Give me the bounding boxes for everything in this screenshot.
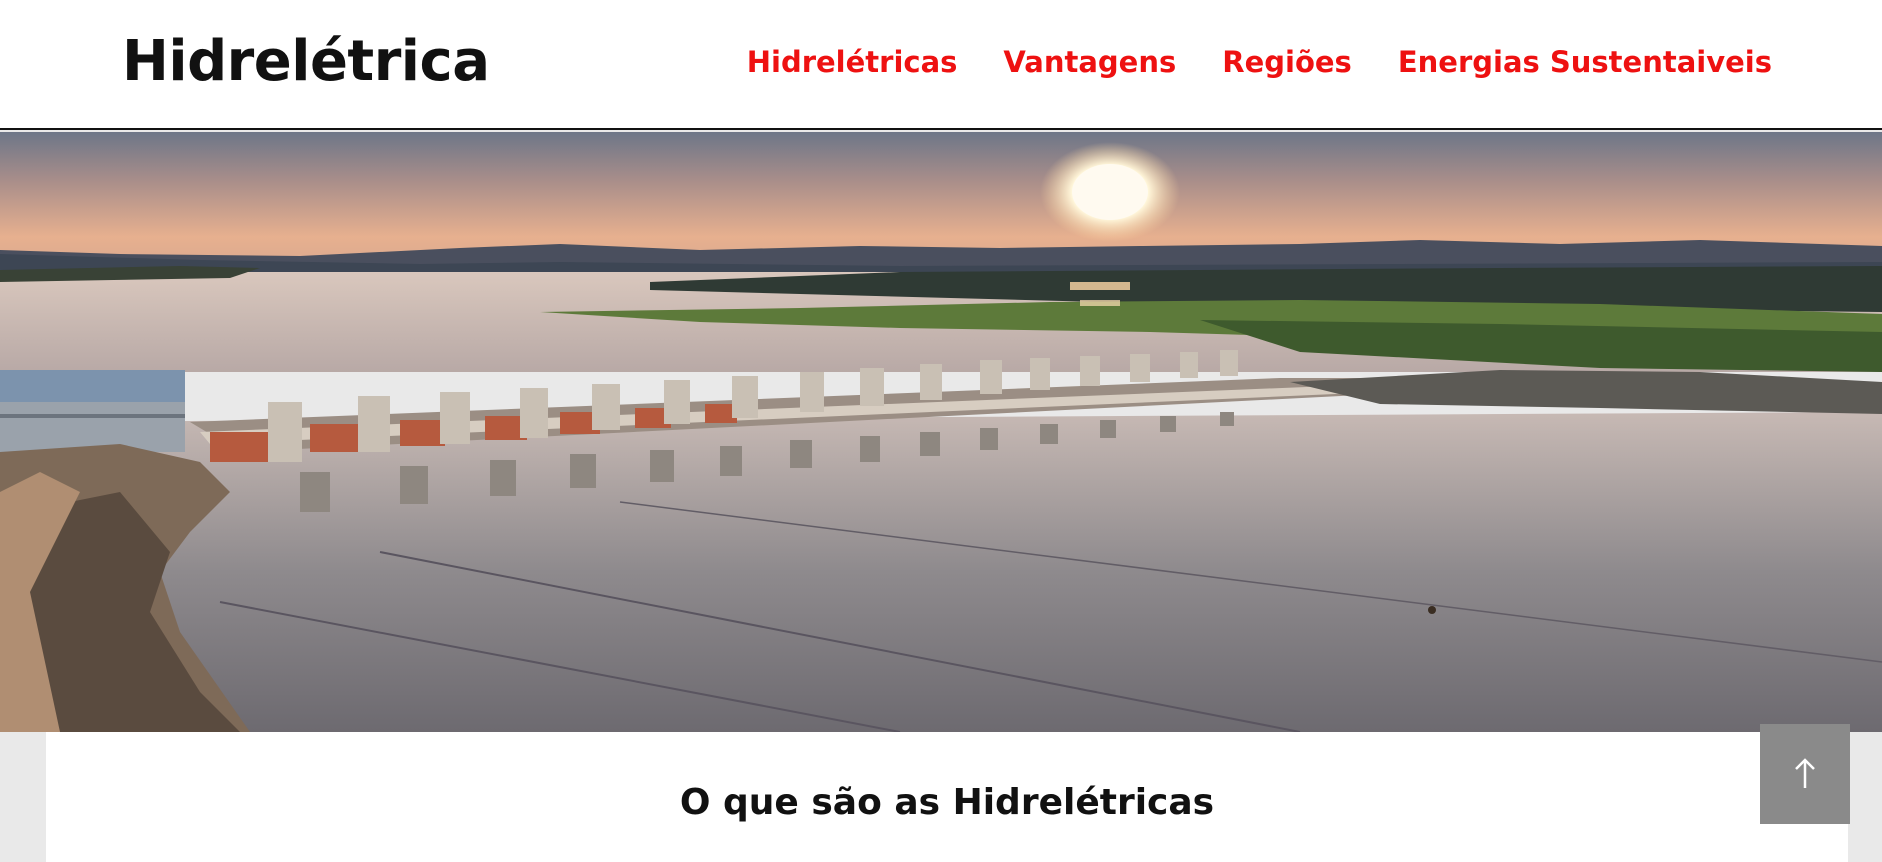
nav-link-vantagens[interactable]: Vantagens	[1003, 40, 1176, 84]
site-logo-text[interactable]: Hidrelétrica	[122, 26, 490, 98]
hero-image-dam-sunset	[0, 132, 1882, 732]
main-content: O que são as Hidrelétricas	[46, 732, 1848, 862]
section-title: O que são as Hidrelétricas	[679, 782, 1215, 823]
arrow-up-icon	[1795, 758, 1815, 788]
site-header: Hidrelétrica Hidrelétricas Vantagens Reg…	[0, 0, 1882, 130]
back-to-top-button[interactable]	[1760, 724, 1850, 824]
main-nav: Hidrelétricas Vantagens Regiões Energias…	[747, 40, 1772, 84]
hero-banner	[0, 132, 1882, 732]
nav-link-regioes[interactable]: Regiões	[1222, 40, 1352, 84]
nav-link-energias-sustentaveis[interactable]: Energias Sustentaiveis	[1398, 40, 1772, 84]
nav-link-hidreletricas[interactable]: Hidrelétricas	[747, 40, 958, 84]
